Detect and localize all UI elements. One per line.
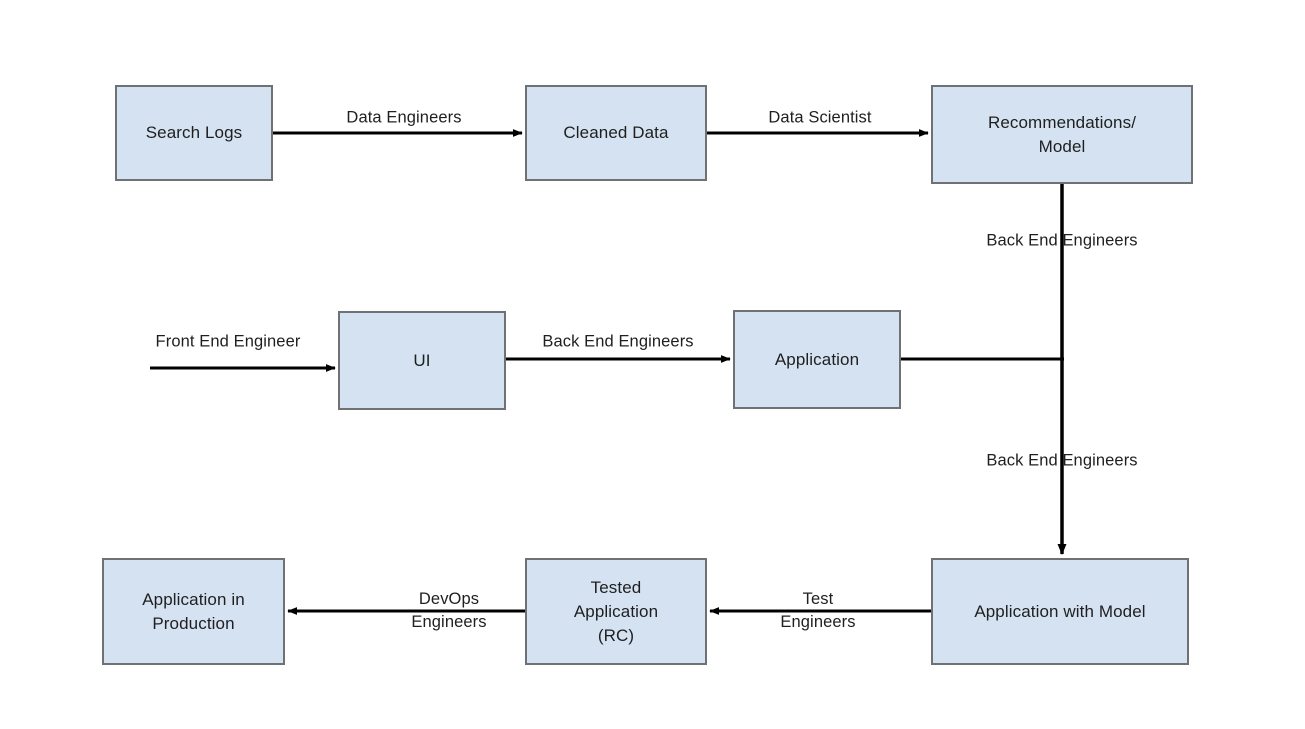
node-label-application-in-production: Application in Production	[142, 589, 245, 633]
node-application-in-production[interactable]: Application in Production	[102, 558, 285, 665]
node-label-tested-application: Tested Application (RC)	[573, 577, 659, 645]
node-label-search-logs: Search Logs	[145, 123, 243, 142]
node-recommendations-model[interactable]: Recommendations/ Model	[931, 85, 1193, 184]
node-cleaned-data[interactable]: Cleaned Data	[525, 85, 707, 181]
node-label-recommendations-model: Recommendations/ Model	[987, 112, 1137, 156]
node-label-cleaned-data: Cleaned Data	[563, 123, 669, 142]
node-application-with-model[interactable]: Application with Model	[931, 558, 1189, 665]
node-label-application: Application	[774, 349, 860, 369]
node-search-logs[interactable]: Search Logs	[115, 85, 273, 181]
node-label-application-with-model: Application with Model	[974, 601, 1146, 621]
node-tested-application[interactable]: Tested Application (RC)	[525, 558, 707, 665]
node-label-ui: UI	[413, 350, 431, 370]
node-application[interactable]: Application	[733, 310, 901, 409]
flowchart-canvas: Search Logs Cleaned Data Recommendations…	[0, 0, 1305, 729]
node-ui[interactable]: UI	[338, 311, 506, 410]
